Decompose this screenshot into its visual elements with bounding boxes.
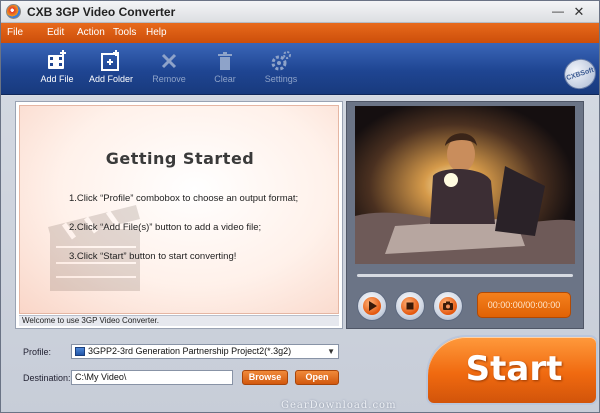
getting-started-area: Getting Started 1.Click “Profile” combob… [19,105,339,314]
trash-icon [218,52,232,70]
seek-bar[interactable] [357,274,573,277]
step-1-text: 1.Click “Profile” combobox to choose an … [69,193,299,204]
watermark: GearDownload.com [281,400,397,411]
window-title: CXB 3GP Video Converter [27,5,176,19]
play-button[interactable] [357,291,387,321]
time-display: 00:00:00/00:00:00 [477,292,571,318]
title-bar: CXB 3GP Video Converter — ✕ [1,1,599,23]
clapperboard-icon [48,205,140,291]
menu-bar: File Edit Action Tools Help [1,23,599,43]
app-logo-icon [6,4,21,19]
add-folder-icon [101,50,119,71]
video-preview [355,106,575,264]
clear-label: Clear [214,74,236,84]
play-icon [369,301,377,311]
add-folder-button[interactable]: Add Folder [81,47,141,93]
step-2-text: 2.Click “Add File(s)” button to add a vi… [69,222,262,233]
close-button[interactable]: ✕ [571,4,587,19]
remove-x-icon [161,53,177,69]
remove-label: Remove [152,74,186,84]
profile-label: Profile: [23,347,52,357]
clear-button[interactable]: Clear [195,47,255,93]
step-3-text: 3.Click “Start” button to start converti… [69,251,237,262]
destination-label: Destination: [23,373,71,383]
getting-started-title: Getting Started [105,149,255,168]
add-folder-label: Add Folder [88,74,134,84]
camera-icon [443,301,453,310]
film-icon [48,50,66,69]
app-window: CXB 3GP Video Converter — ✕ File Edit Ac… [0,0,600,413]
preview-panel: 00:00:00/00:00:00 [346,101,584,329]
menu-help[interactable]: Help [146,27,167,38]
add-file-button[interactable]: Add File [27,47,87,93]
toolbar: Add File Add Folder Remove Clear Setting… [1,43,599,95]
video-frame-image [355,106,575,264]
start-label: Start [465,349,563,389]
menu-edit[interactable]: Edit [47,27,64,38]
remove-button[interactable]: Remove [139,47,199,93]
stop-icon [406,302,414,310]
profile-combobox[interactable]: 3GPP2-3rd Generation Partnership Project… [71,344,339,359]
settings-button[interactable]: Settings [251,47,311,93]
format-icon [75,347,85,356]
start-button[interactable]: Start [426,335,598,405]
menu-tools[interactable]: Tools [113,27,136,38]
menu-action[interactable]: Action [77,27,105,38]
menu-file[interactable]: File [7,27,23,38]
chevron-down-icon: ▼ [327,347,335,356]
snapshot-button[interactable] [433,291,463,321]
profile-value: 3GPP2-3rd Generation Partnership Project… [88,346,292,356]
destination-field[interactable]: C:\My Video\ [71,370,233,385]
status-text: Welcome to use 3GP Video Converter. [19,315,339,326]
open-button[interactable]: Open [295,370,339,385]
stop-button[interactable] [395,291,425,321]
browse-button[interactable]: Browse [242,370,288,385]
minimize-button[interactable]: — [550,4,566,19]
gear-icon [271,51,291,71]
settings-label: Settings [264,74,298,84]
file-list-panel: Getting Started 1.Click “Profile” combob… [15,101,343,329]
add-file-label: Add File [40,74,74,84]
